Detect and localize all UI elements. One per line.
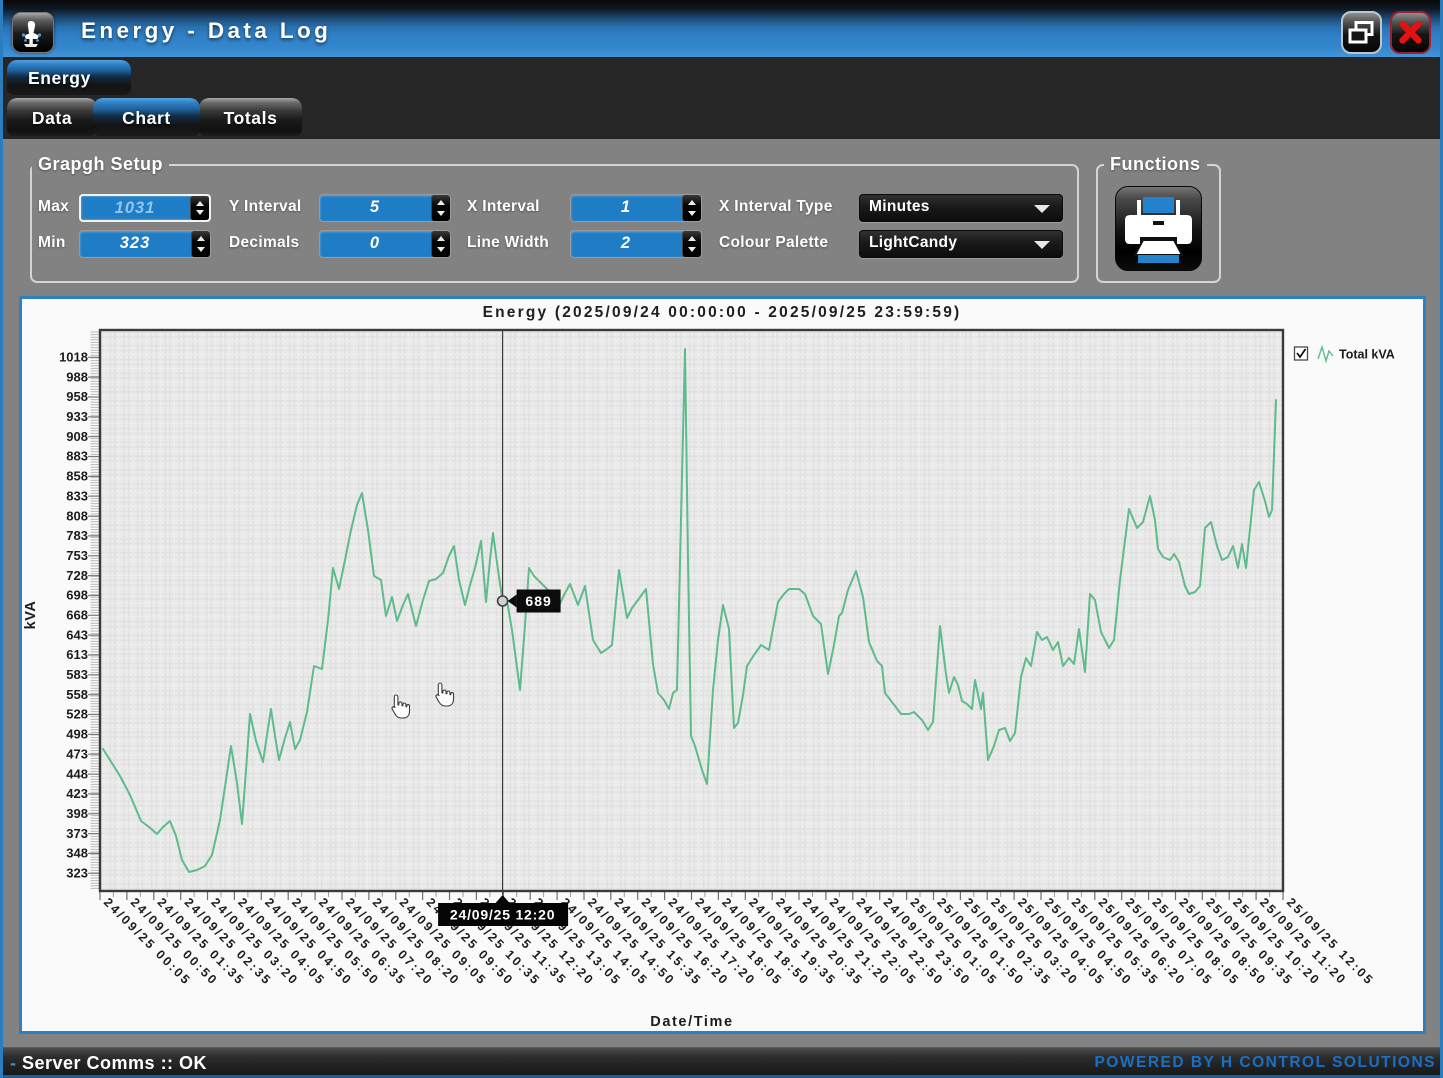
svg-text:Total kVA: Total kVA bbox=[1339, 348, 1395, 362]
svg-text:348: 348 bbox=[66, 846, 88, 861]
svg-text:698: 698 bbox=[66, 588, 88, 603]
svg-text:473: 473 bbox=[66, 746, 88, 761]
svg-text:1018: 1018 bbox=[59, 350, 88, 365]
svg-text:808: 808 bbox=[66, 508, 88, 523]
svg-text:448: 448 bbox=[66, 766, 88, 781]
svg-text:883: 883 bbox=[66, 449, 88, 464]
svg-text:668: 668 bbox=[66, 608, 88, 623]
svg-text:373: 373 bbox=[66, 826, 88, 841]
svg-text:Date/Time: Date/Time bbox=[650, 1014, 733, 1030]
svg-text:728: 728 bbox=[66, 568, 88, 583]
svg-text:498: 498 bbox=[66, 727, 88, 742]
svg-text:558: 558 bbox=[66, 687, 88, 702]
svg-text:858: 858 bbox=[66, 469, 88, 484]
svg-text:323: 323 bbox=[66, 866, 88, 881]
svg-text:613: 613 bbox=[66, 647, 88, 662]
svg-text:583: 583 bbox=[66, 667, 88, 682]
svg-text:958: 958 bbox=[66, 389, 88, 404]
svg-text:kVA: kVA bbox=[23, 601, 39, 630]
svg-text:528: 528 bbox=[66, 707, 88, 722]
svg-text:933: 933 bbox=[66, 409, 88, 424]
svg-text:783: 783 bbox=[66, 528, 88, 543]
svg-text:988: 988 bbox=[66, 369, 88, 384]
svg-text:908: 908 bbox=[66, 429, 88, 444]
svg-text:643: 643 bbox=[66, 627, 88, 642]
svg-text:833: 833 bbox=[66, 488, 88, 503]
svg-text:24/09/25 12:20: 24/09/25 12:20 bbox=[450, 907, 555, 923]
svg-text:Energy (2025/09/24 00:00:00 -: Energy (2025/09/24 00:00:00 - 2025/09/25… bbox=[483, 304, 962, 321]
svg-text:689: 689 bbox=[525, 593, 551, 609]
svg-text:753: 753 bbox=[66, 548, 88, 563]
svg-text:423: 423 bbox=[66, 786, 88, 801]
svg-text:398: 398 bbox=[66, 806, 88, 821]
